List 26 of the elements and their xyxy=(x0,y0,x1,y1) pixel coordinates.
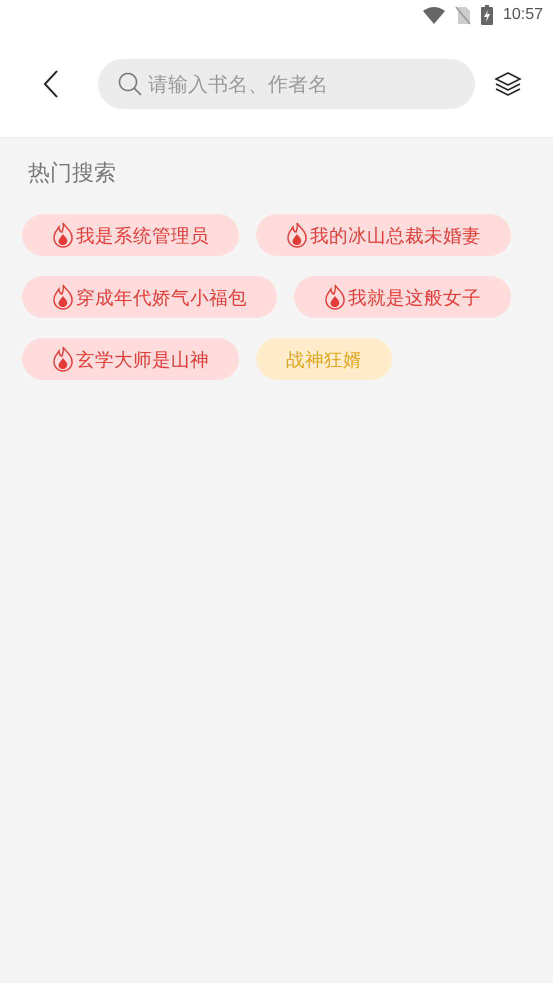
search-icon xyxy=(118,72,142,96)
search-field[interactable]: 请输入书名、作者名 xyxy=(98,58,475,108)
battery-charging-icon xyxy=(480,5,493,25)
flame-icon xyxy=(52,222,74,248)
flame-icon xyxy=(286,222,308,248)
tag-label: 我就是这般女子 xyxy=(348,286,481,310)
flame-icon xyxy=(52,346,74,372)
tag-label: 战神狂婿 xyxy=(286,348,362,372)
flame-icon xyxy=(324,284,346,310)
no-sim-icon xyxy=(454,6,471,24)
tag-label: 玄学大师是山神 xyxy=(76,348,209,372)
search-tag[interactable]: 我的冰山总裁未婚妻 xyxy=(256,214,511,256)
search-tag[interactable]: 玄学大师是山神 xyxy=(22,338,239,380)
clock-time: 10:57 xyxy=(502,6,543,24)
search-tag[interactable]: 穿成年代娇气小福包 xyxy=(22,276,277,318)
back-icon[interactable] xyxy=(43,70,59,98)
search-tag[interactable]: 战神狂婿 xyxy=(256,338,392,380)
layers-icon[interactable] xyxy=(494,72,522,96)
wifi-icon xyxy=(422,6,445,24)
tag-label: 我的冰山总裁未婚妻 xyxy=(310,224,481,248)
tag-label: 我是系统管理员 xyxy=(76,224,209,248)
search-tag[interactable]: 我是系统管理员 xyxy=(22,214,239,256)
flame-icon xyxy=(52,284,74,310)
search-tag[interactable]: 我就是这般女子 xyxy=(294,276,511,318)
tag-label: 穿成年代娇气小福包 xyxy=(76,286,247,310)
section-title: 热门搜索 xyxy=(28,160,117,188)
